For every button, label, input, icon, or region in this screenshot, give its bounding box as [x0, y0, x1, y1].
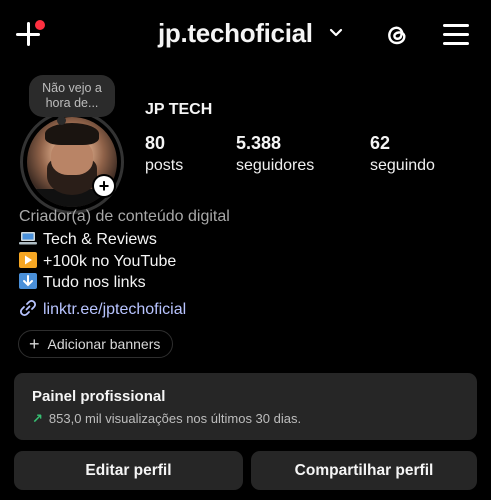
- note-bubble[interactable]: Não vejo a hora de...: [29, 75, 115, 117]
- bio-line: +100k no YouTube: [19, 252, 176, 271]
- plus-icon: +: [94, 176, 114, 196]
- down-arrow-emoji-icon: [19, 273, 37, 289]
- share-profile-button[interactable]: Compartilhar perfil: [251, 451, 477, 490]
- link-icon: [19, 299, 37, 317]
- following-count[interactable]: 62: [370, 133, 390, 154]
- following-label[interactable]: seguindo: [370, 157, 435, 175]
- threads-icon[interactable]: [382, 20, 412, 50]
- dashboard-title: Painel profissional: [32, 388, 166, 405]
- trend-up-icon: ↗: [32, 411, 43, 426]
- laptop-emoji-icon: [19, 230, 37, 246]
- followers-count[interactable]: 5.388: [236, 133, 281, 154]
- bio-line: Tudo nos links: [19, 273, 146, 292]
- add-banners-button[interactable]: + Adicionar banners: [18, 330, 174, 358]
- display-name: JP TECH: [145, 101, 213, 118]
- new-post-button[interactable]: [12, 18, 46, 52]
- play-emoji-icon: [19, 252, 37, 268]
- dashboard-subtitle: ↗ 853,0 mil visualizações nos últimos 30 …: [32, 411, 302, 426]
- edit-profile-button[interactable]: Editar perfil: [14, 451, 243, 490]
- menu-icon: [443, 24, 469, 27]
- account-switcher-username[interactable]: jp.techoficial: [158, 18, 313, 49]
- menu-button[interactable]: [443, 24, 469, 46]
- add-story-button[interactable]: +: [92, 174, 116, 198]
- notification-dot: [35, 20, 45, 30]
- posts-count[interactable]: 80: [145, 133, 165, 154]
- posts-label[interactable]: posts: [145, 157, 183, 175]
- plus-icon: +: [29, 333, 40, 354]
- professional-dashboard[interactable]: Painel profissional ↗ 853,0 mil visualiza…: [14, 373, 477, 440]
- bio-line: Tech & Reviews: [19, 230, 157, 249]
- followers-label[interactable]: seguidores: [236, 157, 314, 175]
- bio-link[interactable]: linktr.ee/jptechoficial: [19, 299, 186, 319]
- category-label: Criador(a) de conteúdo digital: [19, 208, 230, 225]
- chevron-down-icon[interactable]: [328, 27, 344, 39]
